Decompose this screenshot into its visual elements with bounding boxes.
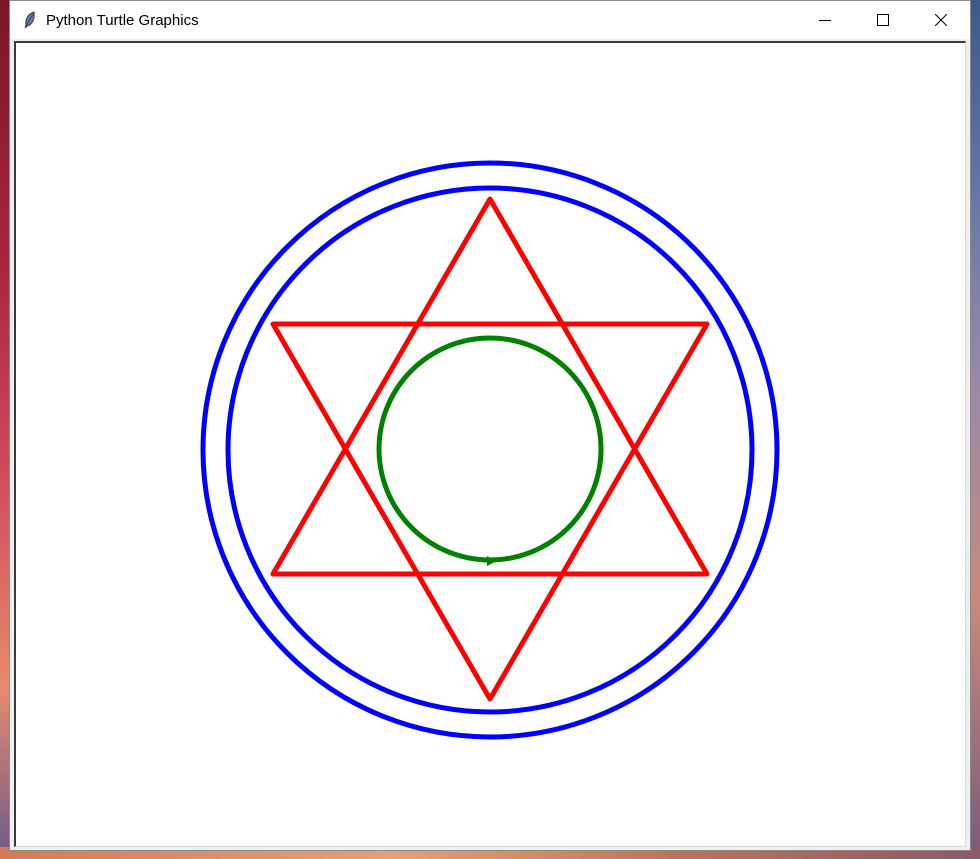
down-triangle: [270, 321, 710, 702]
feather-icon: [22, 11, 38, 29]
turtle-window: Python Turtle Graphics: [9, 0, 971, 851]
green-circle: [376, 335, 604, 563]
window-title: Python Turtle Graphics: [46, 11, 199, 29]
close-button[interactable]: [912, 1, 970, 39]
title-bar[interactable]: Python Turtle Graphics: [10, 1, 970, 39]
window-controls: [796, 1, 970, 39]
up-triangle: [270, 196, 710, 577]
inner-blue-circle: [225, 185, 755, 715]
maximize-button[interactable]: [854, 1, 912, 39]
outer-blue-circle: [200, 160, 780, 740]
maximize-icon: [877, 14, 889, 26]
minimize-icon: [819, 20, 831, 21]
turtle-canvas[interactable]: [14, 41, 966, 847]
close-icon: [935, 14, 947, 26]
minimize-button[interactable]: [796, 1, 854, 39]
turtle-drawing: [200, 160, 780, 740]
